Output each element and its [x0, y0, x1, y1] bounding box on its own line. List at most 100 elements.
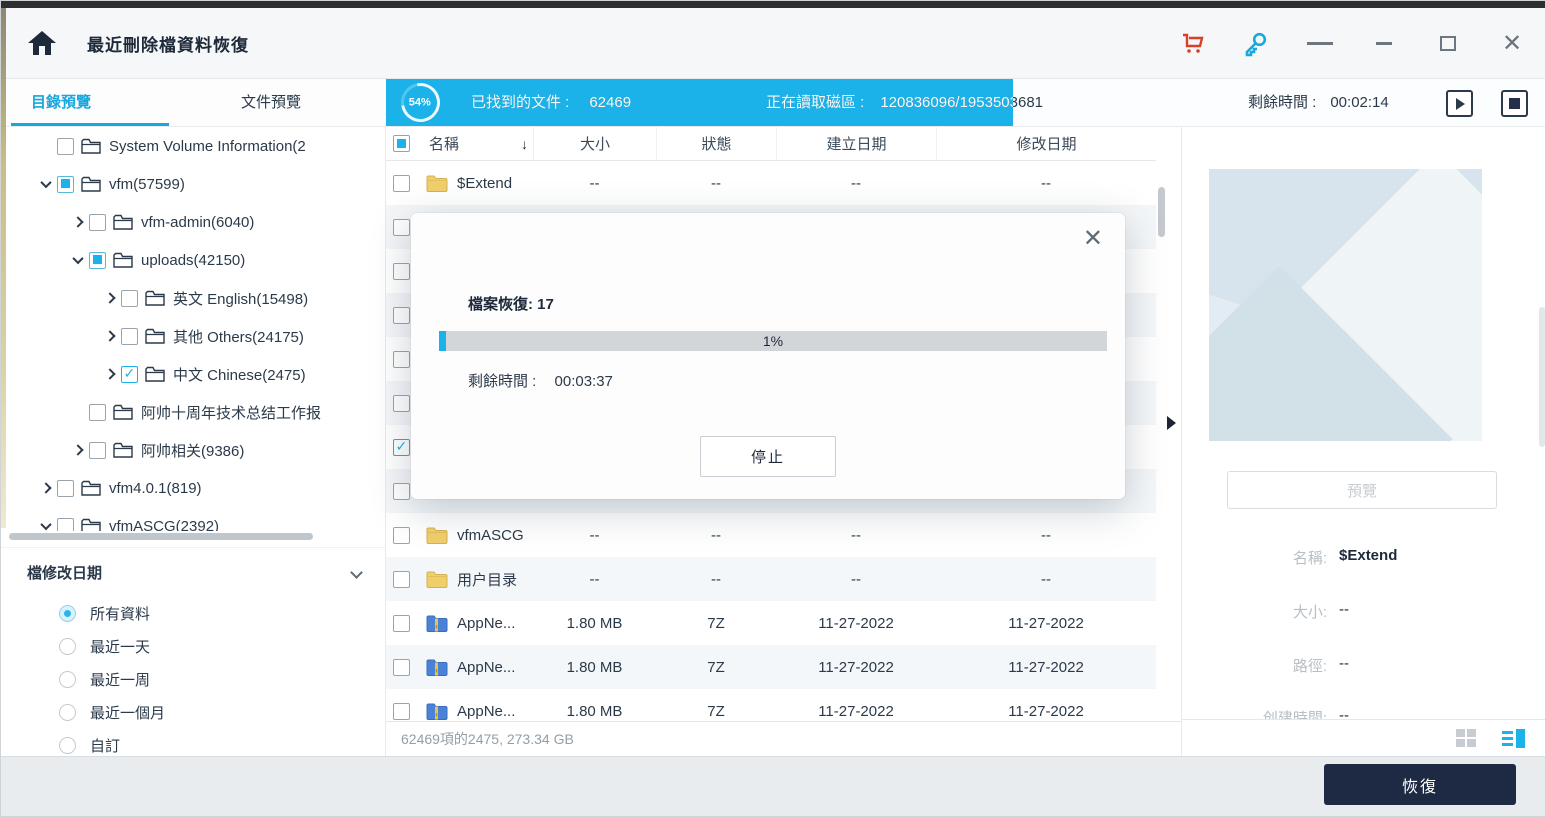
cart-icon: [1180, 32, 1204, 56]
filter-title: 檔修改日期: [27, 562, 102, 583]
radio-last-day[interactable]: 最近一天: [1, 630, 385, 663]
title-bar: 最近刪除檔資料恢復 ✕: [1, 8, 1545, 79]
video-artifact-strip: [1, 8, 6, 528]
tree-item-system-volume-information[interactable]: System Volume Information(2: [1, 127, 385, 165]
close-icon[interactable]: ✕: [1083, 227, 1103, 251]
stop-scan-button[interactable]: [1501, 90, 1528, 117]
tree-checkbox[interactable]: [89, 442, 106, 459]
tree-item-chinese[interactable]: 中文 Chinese(2475): [1, 355, 385, 393]
collapse-panel-arrow[interactable]: [1167, 416, 1176, 430]
tree-item-vfmascg[interactable]: vfmASCG(2392): [1, 507, 385, 531]
select-all-checkbox[interactable]: [393, 135, 410, 152]
menu-button[interactable]: [1307, 31, 1333, 57]
radio-last-month[interactable]: 最近一個月: [1, 696, 385, 729]
home-button[interactable]: [25, 26, 59, 60]
table-row[interactable]: AppNe... 1.80 MB 7Z 11-27-2022 11-27-202…: [386, 645, 1156, 689]
chevron-down-icon[interactable]: [350, 566, 363, 579]
resume-scan-button[interactable]: [1446, 90, 1473, 117]
chevron-right-icon[interactable]: [99, 294, 121, 302]
activation-button[interactable]: [1243, 31, 1269, 57]
horizontal-scrollbar[interactable]: [9, 533, 313, 540]
row-checkbox[interactable]: [393, 219, 410, 236]
tab-directory-preview[interactable]: 目錄預覽: [31, 79, 91, 127]
chevron-right-icon[interactable]: [67, 446, 89, 454]
table-row[interactable]: 用户目录 -- -- -- --: [386, 557, 1156, 601]
row-checkbox[interactable]: [393, 175, 410, 192]
row-checkbox[interactable]: [393, 703, 410, 720]
chevron-down-icon[interactable]: [67, 256, 89, 264]
table-row[interactable]: vfmASCG -- -- -- --: [386, 513, 1156, 557]
row-checkbox[interactable]: [393, 351, 410, 368]
preview-panel: 預覽 名稱: $Extend 大小: -- 路徑: -- 创建時間: --: [1181, 127, 1546, 756]
row-checkbox[interactable]: [393, 263, 410, 280]
tree-checkbox[interactable]: [121, 366, 138, 383]
grid-view-icon[interactable]: [1456, 729, 1477, 748]
tree-checkbox[interactable]: [89, 214, 106, 231]
tree-item-others[interactable]: 其他 Others(24175): [1, 317, 385, 355]
table-row[interactable]: $Extend -- -- -- --: [386, 161, 1156, 205]
cart-button[interactable]: [1179, 31, 1205, 57]
radio-last-week[interactable]: 最近一周: [1, 663, 385, 696]
chevron-right-icon[interactable]: [99, 332, 121, 340]
minimize-icon: [1376, 42, 1392, 45]
row-checkbox[interactable]: [393, 571, 410, 588]
row-checkbox[interactable]: [393, 527, 410, 544]
tree-checkbox[interactable]: [57, 518, 74, 532]
radio-icon: [59, 671, 76, 688]
folder-icon: [113, 214, 133, 230]
tree-item-uploads[interactable]: uploads(42150): [1, 241, 385, 279]
archive-icon: [426, 659, 448, 676]
row-checkbox[interactable]: [393, 659, 410, 676]
column-size[interactable]: 大小: [533, 127, 656, 160]
table-row[interactable]: AppNe... 1.80 MB 7Z 11-27-2022 11-27-202…: [386, 689, 1156, 721]
column-status[interactable]: 狀態: [656, 127, 776, 160]
tree-checkbox[interactable]: [57, 480, 74, 497]
list-view-icon[interactable]: [1502, 729, 1525, 748]
status-bar: 62469項的2475, 273.34 GB: [386, 721, 1181, 756]
tree-checkbox[interactable]: [57, 138, 74, 155]
close-button[interactable]: ✕: [1499, 31, 1525, 57]
tree-item-ashuai-related[interactable]: 阿帅相关(9386): [1, 431, 385, 469]
chevron-down-icon[interactable]: [35, 180, 57, 188]
tree-checkbox[interactable]: [121, 290, 138, 307]
row-checkbox[interactable]: [393, 307, 410, 324]
recover-button[interactable]: 恢復: [1324, 764, 1516, 805]
tree-checkbox[interactable]: [89, 404, 106, 421]
column-created[interactable]: 建立日期: [776, 127, 936, 160]
tree-item-vfm-admin[interactable]: vfm-admin(6040): [1, 203, 385, 241]
preview-button[interactable]: 預覽: [1227, 471, 1497, 509]
tree-item-ashuai-report[interactable]: 阿帅十周年技术总结工作报: [1, 393, 385, 431]
minimize-button[interactable]: [1371, 31, 1397, 57]
tree-checkbox[interactable]: [89, 252, 106, 269]
archive-icon: [426, 703, 448, 720]
chevron-down-icon[interactable]: [35, 522, 57, 530]
chevron-right-icon[interactable]: [35, 484, 57, 492]
row-checkbox[interactable]: [393, 439, 410, 456]
view-toggle-bar: [1182, 719, 1546, 756]
tree-item-vfm401[interactable]: vfm4.0.1(819): [1, 469, 385, 507]
tree-checkbox[interactable]: [57, 176, 74, 193]
row-checkbox[interactable]: [393, 483, 410, 500]
column-modified[interactable]: 修改日期: [936, 127, 1156, 160]
radio-all-data[interactable]: 所有資料: [1, 597, 385, 630]
maximize-button[interactable]: [1435, 31, 1461, 57]
file-name: vfmASCG: [457, 527, 524, 544]
vertical-scrollbar[interactable]: [1539, 307, 1545, 447]
vertical-scrollbar[interactable]: [1158, 187, 1165, 237]
directory-tree-panel: System Volume Information(2 vfm(57599) v…: [1, 127, 386, 756]
directory-tree: System Volume Information(2 vfm(57599) v…: [1, 127, 385, 531]
sort-descending-icon[interactable]: ↓: [521, 136, 528, 152]
column-name[interactable]: 名稱: [429, 133, 459, 154]
row-checkbox[interactable]: [393, 615, 410, 632]
chevron-right-icon[interactable]: [67, 218, 89, 226]
maximize-icon: [1440, 36, 1456, 51]
tree-item-vfm[interactable]: vfm(57599): [1, 165, 385, 203]
tree-item-english[interactable]: 英文 English(15498): [1, 279, 385, 317]
table-row[interactable]: AppNe... 1.80 MB 7Z 11-27-2022 11-27-202…: [386, 601, 1156, 645]
chevron-right-icon[interactable]: [99, 370, 121, 378]
tab-file-preview[interactable]: 文件預覽: [241, 79, 301, 127]
row-checkbox[interactable]: [393, 395, 410, 412]
stop-recovery-button[interactable]: 停止: [700, 436, 836, 477]
tree-checkbox[interactable]: [121, 328, 138, 345]
radio-custom[interactable]: 自訂: [1, 729, 385, 756]
